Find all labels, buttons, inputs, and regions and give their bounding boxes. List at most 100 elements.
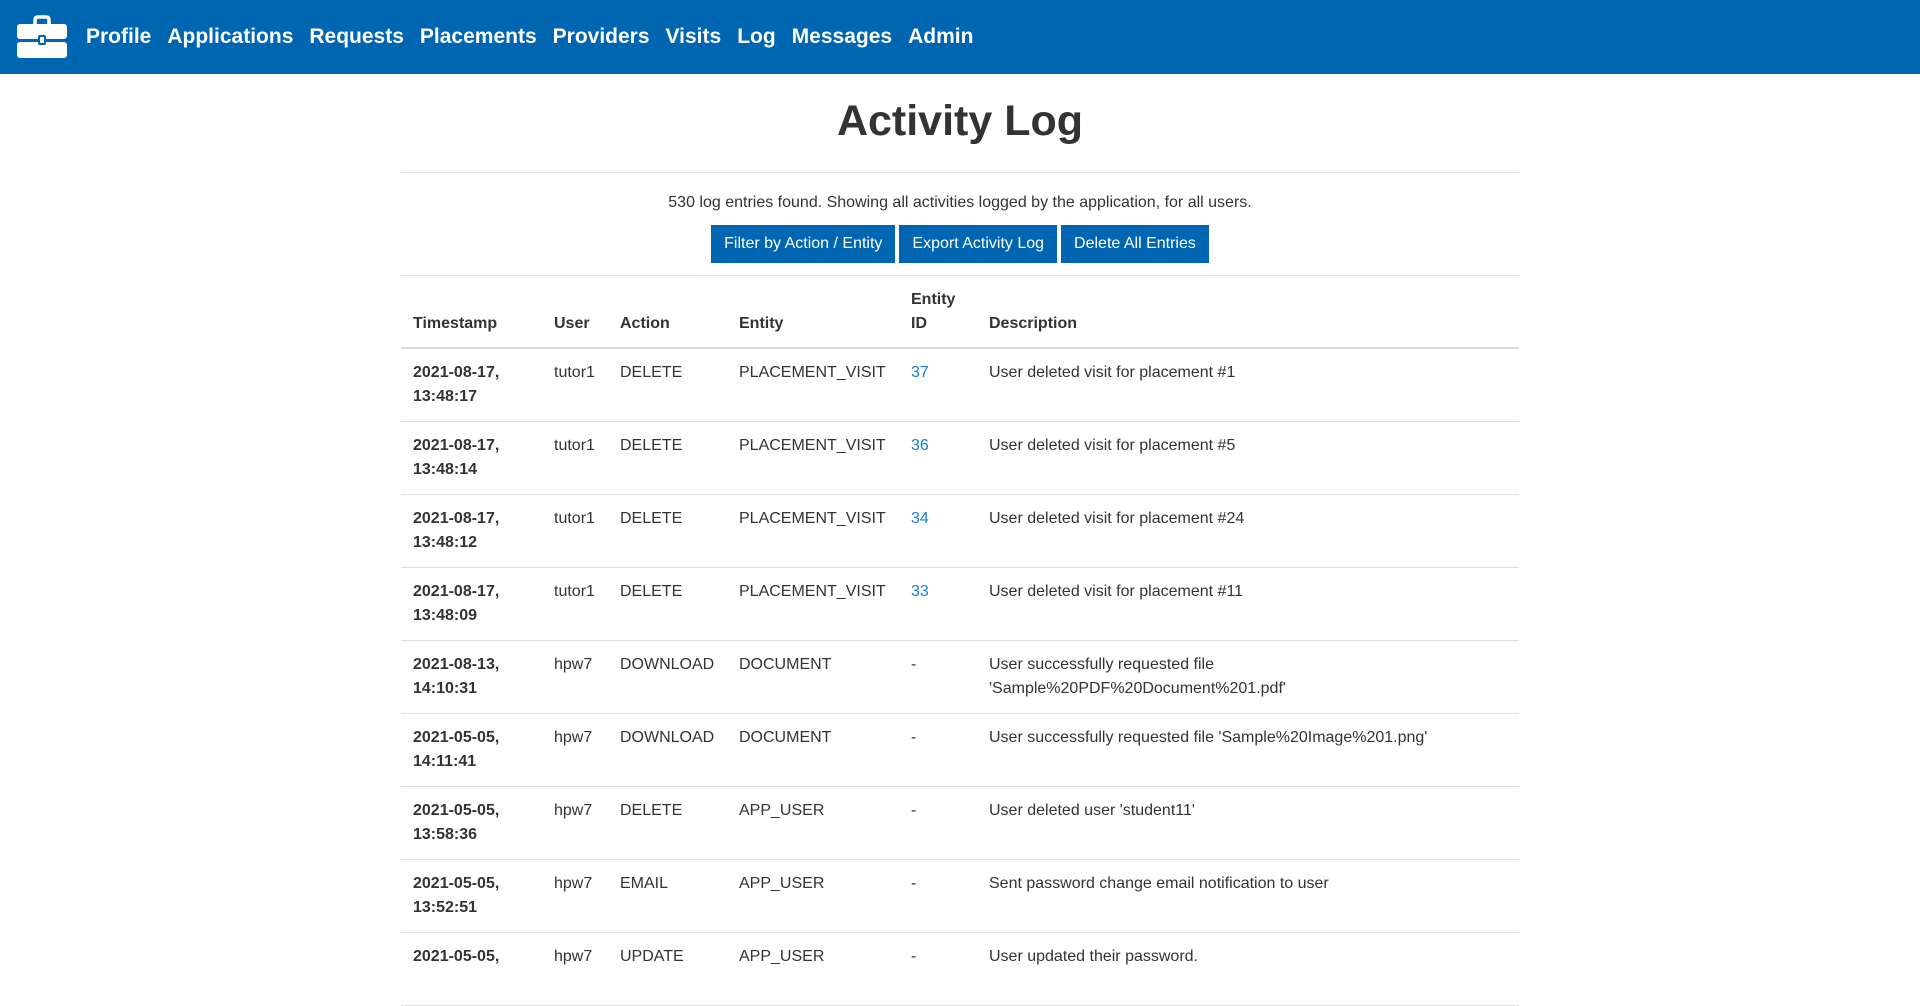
user-cell: tutor1 [542,348,608,422]
main-nav: Profile Applications Requests Placements… [78,25,981,49]
timestamp-time: 13:48:12 [413,534,478,551]
description-cell: User deleted user 'student11' [977,786,1519,860]
user-cell: tutor1 [542,567,608,641]
table-header-row: Timestamp User Action Entity Entity ID De… [401,276,1519,349]
description-cell: User updated their password. [977,932,1519,1006]
nav-placements[interactable]: Placements [412,25,545,49]
entity-id-cell: - [899,713,977,787]
timestamp-cell: 2021-05-05, 14:11:41 [401,713,542,787]
entity-cell: DOCUMENT [727,640,899,714]
user-cell: hpw7 [542,713,608,787]
log-summary: 530 log entries found. Showing all activ… [668,194,1252,211]
timestamp-time: 13:58:36 [413,826,478,843]
action-cell: DELETE [608,421,727,495]
entity-cell: PLACEMENT_VISIT [727,348,899,422]
timestamp-cell: 2021-08-13, 14:10:31 [401,640,542,714]
delete-all-button[interactable]: Delete All Entries [1061,225,1209,263]
export-button[interactable]: Export Activity Log [899,225,1058,263]
entity-id-link[interactable]: 34 [911,510,929,527]
timestamp-cell: 2021-05-05, 13:52:51 [401,859,542,933]
action-buttons: Filter by Action / Entity Export Activit… [401,225,1519,263]
action-cell: DOWNLOAD [608,713,727,787]
action-cell: DELETE [608,786,727,860]
col-description: Description [977,276,1519,349]
entity-id-cell: - [899,859,977,933]
timestamp-date: 2021-08-13, [413,656,500,673]
user-cell: tutor1 [542,421,608,495]
nav-admin[interactable]: Admin [900,25,981,49]
nav-log[interactable]: Log [729,25,783,49]
entity-cell: PLACEMENT_VISIT [727,421,899,495]
table-row: 2021-05-05, 14:11:41 hpw7 DOWNLOAD DOCUME… [401,713,1519,787]
top-navbar: Profile Applications Requests Placements… [0,0,1920,74]
nav-applications[interactable]: Applications [159,25,301,49]
filter-button[interactable]: Filter by Action / Entity [711,225,896,263]
timestamp-cell: 2021-08-17, 13:48:12 [401,494,542,568]
entity-id-cell: 36 [899,421,977,495]
timestamp-time: 13:48:17 [413,388,478,405]
col-entity: Entity [727,276,899,349]
briefcase-icon[interactable] [16,15,68,59]
timestamp-date: 2021-08-17, [413,510,500,527]
action-cell: EMAIL [608,859,727,933]
timestamp-cell: 2021-08-17, 13:48:14 [401,421,542,495]
action-cell: DELETE [608,567,727,641]
user-cell: tutor1 [542,494,608,568]
user-cell: hpw7 [542,859,608,933]
nav-providers[interactable]: Providers [545,25,658,49]
timestamp-cell: 2021-08-17, 13:48:09 [401,567,542,641]
entity-cell: PLACEMENT_VISIT [727,494,899,568]
timestamp-date: 2021-05-05, [413,729,500,746]
title-divider [401,172,1519,173]
entity-id-cell: 37 [899,348,977,422]
nav-visits[interactable]: Visits [658,25,730,49]
timestamp-date: 2021-08-17, [413,437,500,454]
nav-messages[interactable]: Messages [784,25,900,49]
col-entity-id-line2: ID [911,315,927,332]
description-cell: Sent password change email notification … [977,859,1519,933]
table-row: 2021-08-17, 13:48:17 tutor1 DELETE PLACEM… [401,348,1519,422]
timestamp-cell: 2021-05-05, [401,932,542,1006]
timestamp-date: 2021-08-17, [413,364,500,381]
entity-cell: APP_USER [727,932,899,1006]
timestamp-cell: 2021-05-05, 13:58:36 [401,786,542,860]
entity-id-link[interactable]: 36 [911,437,929,454]
table-row: 2021-05-05, 13:52:51 hpw7 EMAIL APP_USER … [401,859,1519,933]
col-entity-id-line1: Entity [911,291,956,308]
description-cell: User deleted visit for placement #11 [977,567,1519,641]
timestamp-time: 13:48:14 [413,461,478,478]
page-title: Activity Log [836,97,1084,145]
main-content: 530 log entries found. Showing all activ… [401,172,1519,1006]
user-cell: hpw7 [542,640,608,714]
entity-cell: APP_USER [727,786,899,860]
col-action: Action [608,276,727,349]
description-cell: User successfully requested file 'Sample… [977,640,1519,714]
col-user: User [542,276,608,349]
table-row: 2021-05-05, hpw7 UPDATE APP_USER - User … [401,932,1519,1006]
timestamp-cell: 2021-08-17, 13:48:17 [401,348,542,422]
timestamp-time: 14:11:41 [413,753,477,770]
entity-id-cell: 34 [899,494,977,568]
entity-id-link[interactable]: 33 [911,583,929,600]
entity-id-link[interactable]: 37 [911,364,929,381]
timestamp-time: 14:10:31 [413,680,478,697]
table-row: 2021-08-13, 14:10:31 hpw7 DOWNLOAD DOCUME… [401,640,1519,714]
nav-profile[interactable]: Profile [78,25,159,49]
activity-log-table: Timestamp User Action Entity Entity ID De… [401,276,1519,1006]
action-cell: UPDATE [608,932,727,1006]
description-cell: User deleted visit for placement #5 [977,421,1519,495]
entity-cell: PLACEMENT_VISIT [727,567,899,641]
description-cell: User deleted visit for placement #1 [977,348,1519,422]
action-cell: DELETE [608,348,727,422]
description-cell: User successfully requested file 'Sample… [977,713,1519,787]
nav-requests[interactable]: Requests [301,25,412,49]
action-cell: DOWNLOAD [608,640,727,714]
user-cell: hpw7 [542,932,608,1006]
timestamp-time: 13:48:09 [413,607,478,624]
timestamp-date: 2021-05-05, [413,802,500,819]
col-entity-id: Entity ID [899,276,977,349]
entity-id-cell: - [899,640,977,714]
description-cell: User deleted visit for placement #24 [977,494,1519,568]
col-timestamp: Timestamp [401,276,542,349]
action-cell: DELETE [608,494,727,568]
